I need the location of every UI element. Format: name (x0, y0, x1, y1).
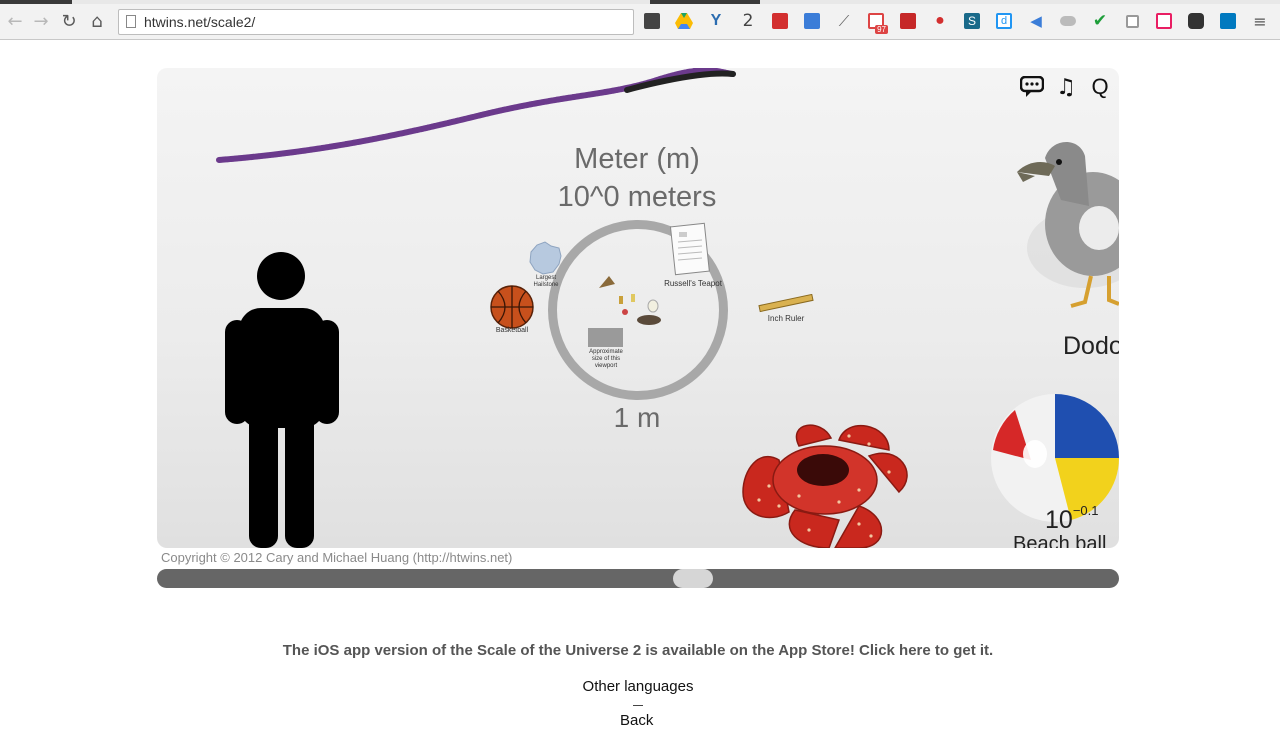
viewport-size-box (588, 328, 623, 347)
scale-power-title: 10^0 meters (557, 181, 717, 213)
incognito-extension-icon[interactable] (1186, 10, 1206, 32)
drive-extension-icon[interactable] (674, 10, 694, 32)
reload-icon[interactable]: ↻ (58, 10, 80, 32)
plug-extension-icon[interactable]: ⟋ (834, 10, 854, 32)
scale-viewport[interactable]: ♫ Q Meter (m) 10^0 meters 1 m Largest Ha… (157, 68, 1119, 548)
hailstone-label: Largest Hailstone (533, 275, 559, 288)
beach-ball-exponent: 10−0.1 (1045, 502, 1099, 535)
small-objects-cluster-image[interactable] (593, 272, 663, 332)
megaphone-extension-icon[interactable]: ◀ (1026, 10, 1046, 32)
zoom-slider-track[interactable] (157, 569, 1119, 588)
copyright-notice: Copyright © 2012 Cary and Michael Huang … (161, 550, 513, 565)
music-note-icon[interactable]: ♫ (1053, 74, 1079, 100)
russells-teapot-paper-image[interactable] (670, 222, 712, 278)
beach-ball-exponent-base: 10 (1045, 506, 1073, 534)
checkmark-extension-icon[interactable]: ✔ (1090, 10, 1110, 32)
vee-extension-icon[interactable]: Y (706, 10, 726, 32)
language-divider (633, 705, 643, 706)
russells-teapot-label: Russell's Teapot (664, 279, 722, 288)
page-icon (126, 15, 136, 28)
home-icon[interactable]: ⌂ (86, 10, 108, 32)
counter-extension-icon[interactable]: 2 (738, 10, 758, 32)
d-extension-icon[interactable]: d (994, 10, 1014, 32)
human-silhouette-image[interactable] (225, 252, 339, 548)
cloud-extension-icon[interactable] (1058, 10, 1078, 32)
browser-toolbar: ← → ↻ ⌂ htwins.net/scale2/ Y 2 ⟋ 97 ● S … (0, 4, 1280, 40)
address-url[interactable]: htwins.net/scale2/ (144, 14, 255, 30)
basketball-image[interactable] (490, 285, 534, 329)
basketball-label: Basketball (495, 327, 529, 334)
lastpass-extension-icon[interactable] (770, 10, 790, 32)
zoom-slider-thumb[interactable] (673, 569, 713, 588)
quality-q-icon[interactable]: Q (1087, 74, 1113, 100)
inch-ruler-image[interactable] (757, 294, 815, 314)
scale-length-label: 1 m (613, 402, 661, 433)
trello-extension-icon[interactable] (1218, 10, 1238, 32)
q-extension-icon[interactable] (1154, 10, 1174, 32)
dodo-bird-image[interactable] (1015, 136, 1119, 314)
beach-ball-exponent-power: −0.1 (1072, 502, 1099, 518)
speech-bubble-icon[interactable] (1019, 74, 1045, 100)
gmail-extension-icon[interactable]: 97 (866, 10, 888, 34)
screen-extension-icon[interactable] (802, 10, 822, 32)
scale-title: Meter (m) 10^0 meters (517, 140, 757, 216)
location-pin-extension-icon[interactable]: ● (930, 10, 950, 32)
film-extension-icon[interactable] (642, 10, 662, 32)
ios-app-link[interactable]: The iOS app version of the Scale of the … (0, 642, 1276, 659)
s-extension-icon[interactable]: S (962, 10, 982, 32)
forward-arrow-icon[interactable]: → (30, 10, 52, 32)
bookmark-extension-icon[interactable] (898, 10, 918, 32)
address-bar[interactable]: htwins.net/scale2/ (118, 9, 634, 35)
box-extension-icon[interactable] (1122, 10, 1142, 32)
other-languages-heading: Other languages (582, 678, 694, 695)
back-arrow-icon[interactable]: ← (4, 10, 26, 32)
menu-icon[interactable]: ≡ (1250, 10, 1270, 32)
top-controls: ♫ Q (1019, 74, 1113, 100)
hailstone-image[interactable] (527, 240, 563, 276)
inch-ruler-label: Inch Ruler (767, 314, 805, 323)
beach-ball-label: Beach ball (1013, 533, 1107, 548)
rafflesia-flower-image[interactable] (739, 420, 917, 548)
viewport-size-label: Approximate size of this viewport (589, 349, 623, 369)
scale-unit-title: Meter (m) (574, 143, 700, 175)
dodo-label: Dodo (1063, 332, 1119, 360)
language-link[interactable]: Back (620, 712, 653, 729)
